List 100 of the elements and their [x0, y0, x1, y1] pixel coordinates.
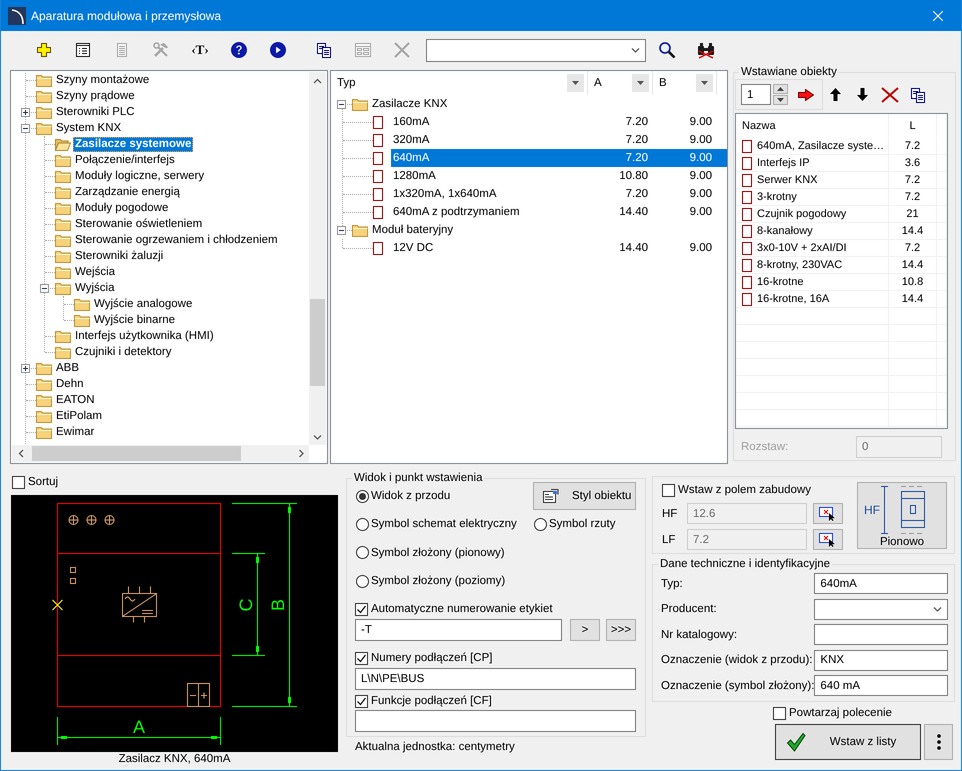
list-row[interactable]: 640mA, Zasilacze syste… 7.2 — [736, 138, 947, 155]
text-field[interactable]: 640mA — [814, 573, 948, 594]
text-field[interactable] — [355, 710, 636, 732]
table-row[interactable]: 1280mA 10.80 9.00 — [391, 167, 727, 185]
checkbox-icon[interactable] — [355, 602, 368, 616]
checkbox-option[interactable]: Powtarzaj polecenie — [773, 705, 892, 721]
tree-item[interactable]: Zasilacze systemowe — [73, 136, 194, 152]
column-header[interactable]: A — [594, 77, 602, 89]
table-row[interactable]: 160mA 7.20 9.00 — [391, 113, 727, 131]
tree-item[interactable]: Wyjście analogowe — [92, 296, 194, 312]
arrow-right-icon[interactable] — [798, 88, 814, 100]
tree-plus-icon[interactable] — [21, 364, 30, 372]
arrow-down-icon[interactable] — [857, 88, 868, 101]
text-field[interactable] — [814, 624, 948, 645]
checkbox-option[interactable]: Numery podłączeń [CP] — [355, 650, 492, 666]
quantity-field[interactable]: 1 — [741, 84, 771, 105]
checkbox-option[interactable]: Automatyczne numerowanie etykiet — [355, 601, 553, 617]
step-button[interactable]: >>> — [606, 619, 636, 641]
search-icon[interactable] — [658, 41, 676, 59]
pick-button[interactable] — [813, 529, 843, 550]
list-row[interactable]: 8-krotny, 230VAC 14.4 — [736, 257, 947, 274]
tree-item[interactable]: Sterowanie ogrzewaniem i chłodzeniem — [73, 232, 280, 248]
tree-item[interactable]: Moduły pogodowe — [73, 200, 170, 216]
group-label[interactable]: Moduł bateryjny — [372, 224, 454, 236]
documents-icon[interactable] — [910, 86, 926, 102]
column-dropdown-button[interactable] — [567, 74, 584, 92]
radio-option[interactable]: Symbol złożony (pionowy) — [356, 546, 505, 559]
table-row[interactable]: 640mA 7.20 9.00 — [391, 149, 727, 167]
text-style-button[interactable]: ‹T› — [185, 36, 215, 64]
arrow-up-icon[interactable] — [830, 88, 841, 101]
dropdown[interactable] — [814, 598, 948, 620]
chevron-down-icon[interactable] — [631, 47, 640, 53]
plus-icon[interactable] — [36, 42, 52, 58]
radio-icon[interactable] — [356, 574, 369, 588]
chevron-right-icon[interactable] — [298, 449, 304, 458]
tree-minus-icon[interactable] — [40, 284, 49, 292]
column-header[interactable]: B — [659, 77, 667, 89]
chevron-down-icon[interactable] — [933, 606, 942, 612]
documents-icon[interactable] — [316, 42, 332, 58]
chevron-down-icon[interactable] — [313, 434, 322, 440]
checkbox-icon[interactable] — [355, 694, 368, 708]
list-row[interactable]: 3-krotny 7.2 — [736, 189, 947, 206]
list-row[interactable]: Serwer KNX 7.2 — [736, 172, 947, 189]
list-row[interactable]: 8-kanałowy 14.4 — [736, 223, 947, 240]
step-button[interactable]: > — [570, 619, 600, 641]
table-row[interactable]: 320mA 7.20 9.00 — [391, 131, 727, 149]
insert-button[interactable]: Wstaw z listy — [775, 724, 921, 760]
tree-item[interactable]: Połączenie/interfejs — [73, 152, 177, 168]
sort-checkbox[interactable]: Sortuj — [12, 474, 58, 490]
more-button[interactable] — [924, 724, 953, 760]
play-icon[interactable] — [270, 42, 286, 58]
tree-item[interactable]: Sterowniki PLC — [54, 104, 137, 120]
search-combobox[interactable] — [426, 38, 646, 62]
spin-down-button[interactable] — [773, 95, 788, 105]
tree-item[interactable]: Zarządzanie energią — [73, 184, 182, 200]
tree-minus-icon[interactable] — [337, 226, 346, 234]
tree-item[interactable]: Sterowniki żaluzji — [73, 248, 166, 264]
radio-option[interactable]: Symbol złożony (poziomy) — [356, 574, 506, 588]
checkbox-option[interactable]: Wstaw z polem zabudowy — [662, 482, 811, 498]
column-header[interactable]: Nazwa — [736, 114, 889, 137]
radio-icon[interactable] — [534, 518, 547, 530]
list-window-icon[interactable] — [75, 42, 91, 58]
radio-option[interactable]: Widok z przodu — [356, 490, 450, 502]
text-field[interactable]: KNX — [814, 650, 948, 670]
checkbox-icon[interactable] — [12, 476, 25, 488]
list-row[interactable]: 16-krotne, 16A 14.4 — [736, 291, 947, 308]
tree-item[interactable]: Szyny montażowe — [54, 72, 152, 88]
text-field[interactable]: L\N\PE\BUS — [355, 668, 636, 690]
column-dropdown-button[interactable] — [696, 74, 713, 92]
text-field[interactable]: -T — [355, 619, 562, 641]
column-header[interactable]: Typ — [337, 77, 356, 89]
chevron-up-icon[interactable] — [313, 78, 322, 84]
list-row[interactable]: 3x0-10V + 2xAI/DI 7.2 — [736, 240, 947, 257]
checkbox-icon[interactable] — [355, 652, 368, 664]
tree-item[interactable]: Ewimar — [54, 424, 96, 440]
tree-item[interactable]: System KNX — [54, 120, 124, 136]
tree-item[interactable]: Moduły logiczne, serwery — [73, 168, 206, 184]
tree-item[interactable]: Dehn — [54, 376, 86, 392]
column-header[interactable]: L — [889, 114, 937, 137]
table-row[interactable]: 640mA z podtrzymaniem 14.40 9.00 — [391, 203, 727, 221]
spin-up-button[interactable] — [773, 84, 788, 94]
radio-icon[interactable] — [356, 546, 369, 559]
close-icon[interactable] — [933, 10, 943, 20]
column-dropdown-button[interactable] — [632, 74, 649, 92]
list-row[interactable]: 16-krotne 10.8 — [736, 274, 947, 291]
table-row[interactable]: 12V DC 14.40 9.00 — [391, 239, 727, 257]
list-row[interactable]: Interfejs IP 3.6 — [736, 155, 947, 172]
binoculars-icon[interactable] — [697, 42, 715, 58]
tree-item[interactable]: EtiPolam — [54, 408, 104, 424]
text-field[interactable]: 640 mA — [814, 675, 948, 696]
tree-item[interactable]: Czujniki i detektory — [73, 344, 174, 360]
x-mark-icon[interactable] — [881, 86, 899, 102]
scrollbar-thumb[interactable] — [310, 299, 325, 386]
radio-option[interactable]: Symbol schemat elektryczny — [356, 518, 517, 530]
tree-item[interactable]: Wyjście binarne — [92, 312, 178, 328]
checkbox-icon[interactable] — [773, 706, 786, 720]
table-row[interactable]: 1x320mA, 1x640mA 7.20 9.00 — [391, 185, 727, 203]
radio-icon[interactable] — [356, 490, 369, 502]
tree-item[interactable]: EATON — [54, 392, 97, 408]
checkbox-option[interactable]: Funkcje podłączeń [CF] — [355, 693, 492, 709]
